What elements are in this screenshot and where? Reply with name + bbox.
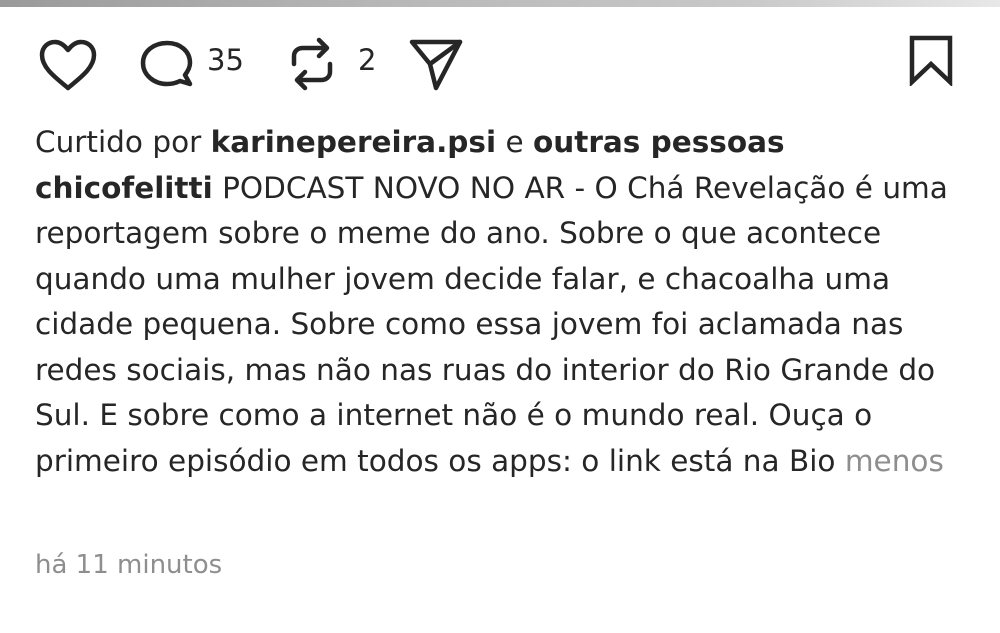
post-caption: chicofelitti PODCAST NOVO NO AR - O Chá … xyxy=(35,166,980,485)
other-likers-link[interactable]: outras pessoas xyxy=(533,125,785,159)
likes-summary: Curtido por karinepereira.psi e outras p… xyxy=(35,120,980,166)
author-username-link[interactable]: chicofelitti xyxy=(35,171,213,205)
top-image-edge xyxy=(0,0,1000,7)
repost-count: 2 xyxy=(358,43,377,77)
post-actions-bar: 35 2 xyxy=(0,28,1000,98)
post-caption-area: Curtido por karinepereira.psi e outras p… xyxy=(35,120,980,484)
show-less-link[interactable]: menos xyxy=(845,444,944,478)
paper-plane-icon[interactable] xyxy=(406,36,466,94)
speech-bubble-icon[interactable] xyxy=(138,38,198,94)
bookmark-icon[interactable] xyxy=(906,34,956,86)
repost-icon[interactable] xyxy=(284,34,340,94)
caption-text: PODCAST NOVO NO AR - O Chá Revelação é u… xyxy=(35,170,948,478)
liker-username-link[interactable]: karinepereira.psi xyxy=(211,125,496,159)
likes-prefix: Curtido por xyxy=(35,125,211,159)
heart-icon[interactable] xyxy=(38,38,98,94)
comment-count: 35 xyxy=(207,43,244,77)
likes-conjunction: e xyxy=(496,125,533,159)
post-timestamp: há 11 minutos xyxy=(35,550,223,580)
